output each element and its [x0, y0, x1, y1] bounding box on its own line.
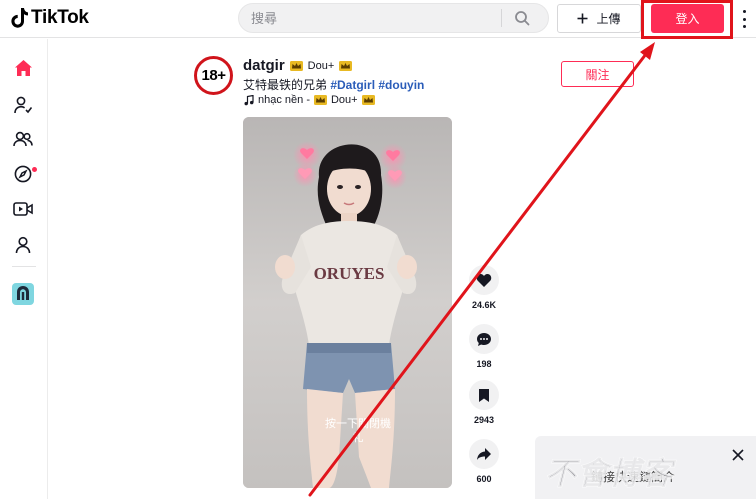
music-title: nhạc nền -	[258, 94, 310, 106]
more-options-icon[interactable]	[741, 10, 747, 28]
profile-icon	[15, 236, 31, 254]
friends-icon	[13, 131, 33, 147]
logo-text: TikTok	[31, 7, 89, 28]
sidebar-item-creator[interactable]	[12, 283, 34, 305]
share-action[interactable]: 600	[466, 439, 502, 484]
plus-icon	[577, 13, 588, 24]
video-caption-line: 礼	[352, 432, 364, 444]
tiktok-page: TikTok 上傳 登入	[0, 0, 756, 499]
crown-icon	[313, 95, 327, 105]
save-count: 2943	[473, 415, 495, 425]
upload-label: 上傳	[596, 12, 621, 26]
video-player[interactable]: ORUYES 按一下關閉機 礼	[243, 117, 452, 488]
upload-button[interactable]: 上傳	[557, 4, 641, 33]
comment-action[interactable]: 198	[466, 324, 502, 369]
notification-dot	[32, 167, 37, 172]
comment-button[interactable]	[469, 324, 499, 354]
caption-text: 艾特最铁的兄弟	[243, 78, 331, 92]
login-highlight-box	[641, 0, 733, 39]
comment-count: 198	[476, 359, 492, 369]
music-note-icon	[244, 94, 254, 105]
save-action[interactable]: 2943	[466, 380, 502, 425]
save-button[interactable]	[469, 380, 499, 410]
live-icon	[13, 202, 33, 216]
sidebar-divider	[12, 266, 36, 267]
music-author: Dou+	[330, 94, 358, 106]
left-sidebar	[0, 39, 48, 499]
hashtag-link[interactable]: #Datgirl	[330, 78, 375, 92]
username[interactable]: datgir	[243, 57, 285, 74]
home-icon	[14, 60, 32, 76]
search-button[interactable]	[502, 4, 542, 32]
post-caption: 艾特最铁的兄弟 #Datgirl #douyin	[243, 76, 424, 93]
crown-icon	[289, 60, 303, 71]
like-count: 24.6K	[471, 300, 497, 310]
tiktok-logo-icon	[11, 8, 28, 28]
sidebar-item-following[interactable]	[12, 94, 34, 116]
share-button[interactable]	[469, 439, 499, 469]
search-bar	[238, 3, 549, 33]
sidebar-item-friends[interactable]	[12, 128, 34, 150]
sidebar-item-profile[interactable]	[12, 234, 34, 256]
search-input[interactable]	[239, 10, 501, 26]
close-icon[interactable]	[731, 448, 745, 462]
sidebar-item-live[interactable]	[12, 198, 34, 220]
video-caption-line: 按一下關閉機	[325, 418, 391, 430]
video-caption-overlay: 按一下關閉機 礼	[313, 417, 403, 445]
comment-icon	[477, 332, 491, 346]
top-header: TikTok 上傳 登入	[0, 0, 756, 39]
author-row: datgir Dou+	[243, 57, 353, 74]
heart-icon	[476, 273, 492, 287]
follow-button[interactable]: 關注	[561, 61, 634, 87]
sidebar-item-home[interactable]	[12, 57, 34, 79]
crown-icon	[339, 60, 353, 71]
following-icon	[14, 96, 32, 114]
avatar-age-badge[interactable]: 18+	[194, 56, 233, 95]
creator-icon	[12, 283, 34, 305]
sidebar-item-explore[interactable]	[12, 163, 34, 185]
like-action[interactable]: 24.6K	[466, 265, 502, 310]
crown-icon	[361, 95, 375, 105]
nickname: Dou+	[307, 59, 335, 72]
search-icon	[515, 11, 530, 26]
like-button[interactable]	[469, 265, 499, 295]
shirt-print-text: ORUYES	[314, 264, 385, 283]
explore-icon	[14, 165, 32, 183]
hashtag-link[interactable]: #douyin	[378, 78, 424, 92]
tiktok-logo[interactable]: TikTok	[8, 7, 89, 29]
share-count: 600	[476, 474, 492, 484]
share-arrow-icon	[477, 448, 491, 460]
bookmark-icon	[479, 388, 489, 402]
music-row[interactable]: nhạc nền - Dou+	[244, 94, 375, 106]
site-watermark: 不會博客	[545, 456, 673, 492]
